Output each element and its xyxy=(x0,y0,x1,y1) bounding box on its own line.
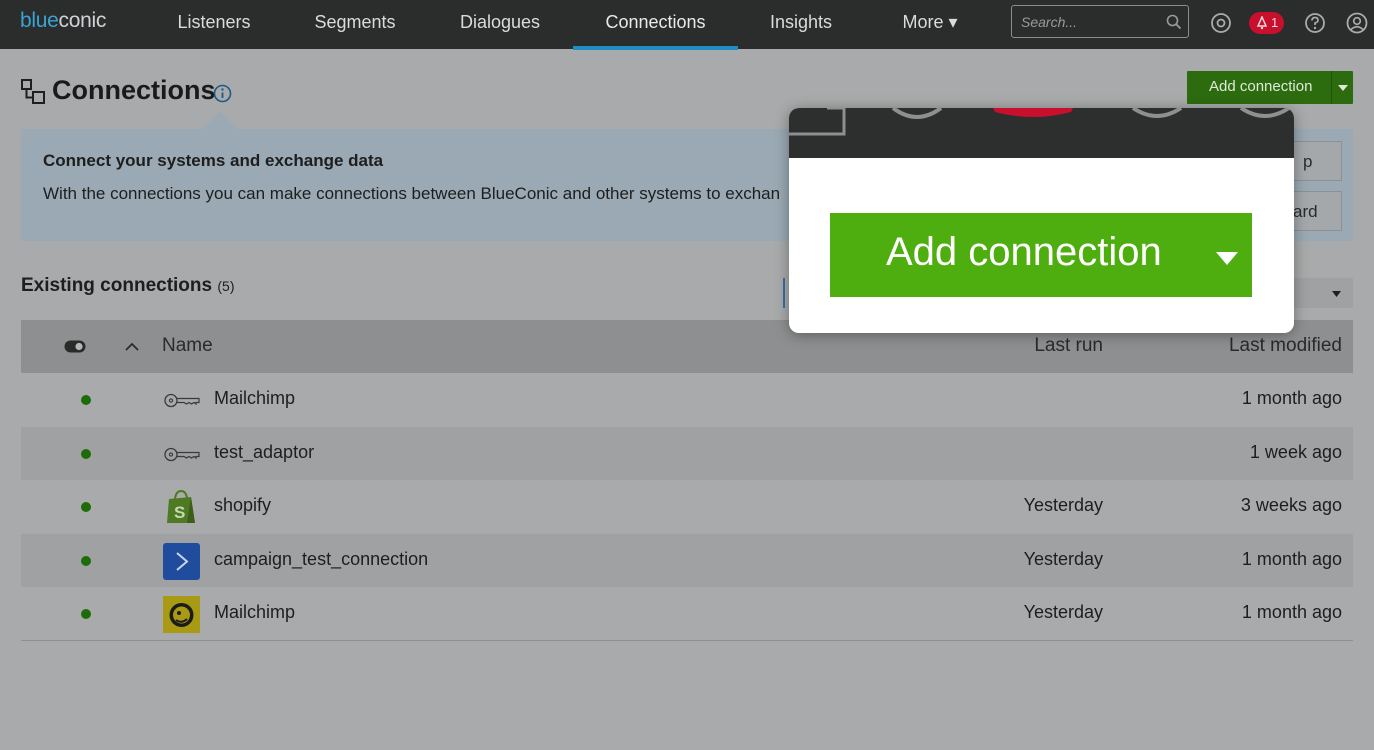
add-connection-button[interactable]: Add connection xyxy=(1187,71,1353,104)
info-panel-text: With the connections you can make connec… xyxy=(43,184,781,203)
add-connection-label: Add connection xyxy=(1209,78,1313,95)
nav-listeners[interactable]: Listeners xyxy=(165,0,263,46)
blueconic-logo[interactable]: blueconic xyxy=(20,9,106,33)
column-header-last-modified[interactable]: Last modified xyxy=(1201,335,1342,357)
table-row[interactable]: S shopify Yesterday 3 weeks ago xyxy=(21,480,1353,533)
notification-count: 1 xyxy=(1271,15,1279,30)
notifications-badge[interactable]: 1 xyxy=(1249,12,1284,34)
activecampaign-icon xyxy=(163,543,200,580)
column-header-last-run[interactable]: Last run xyxy=(1001,335,1103,357)
search-box[interactable] xyxy=(1011,5,1189,38)
key-icon xyxy=(164,393,200,408)
connection-last-run: Yesterday xyxy=(1023,549,1103,569)
search-icon[interactable] xyxy=(1166,14,1182,30)
connection-name[interactable]: test_adaptor xyxy=(214,442,314,463)
filter-dropdown-caret-icon xyxy=(1332,291,1341,297)
status-active-dot xyxy=(81,502,91,512)
nav-insights[interactable]: Insights xyxy=(758,0,844,46)
connection-last-modified: 1 month ago xyxy=(1241,388,1342,408)
existing-connections-heading: Existing connections (5) xyxy=(21,275,235,297)
info-icon[interactable] xyxy=(213,84,232,103)
column-header-name[interactable]: Name xyxy=(162,335,213,357)
info-side-button-2-label: ard xyxy=(1293,202,1318,221)
existing-connections-title: Existing connections xyxy=(21,275,213,296)
nav-segments[interactable]: Segments xyxy=(300,0,410,46)
connection-last-modified: 1 month ago xyxy=(1241,549,1342,569)
table-row[interactable]: Mailchimp 1 month ago xyxy=(21,373,1353,426)
connection-last-modified: 1 week ago xyxy=(1249,442,1342,462)
popup-zoomed-topbar xyxy=(789,108,1294,158)
zoom-highlight-popup: Add connection xyxy=(789,108,1294,333)
add-connection-separator xyxy=(1331,71,1332,104)
help-icon[interactable] xyxy=(1304,12,1326,34)
filter-field-edge[interactable] xyxy=(783,278,785,308)
info-side-button-1-label: p xyxy=(1303,152,1313,171)
mailchimp-icon xyxy=(163,596,200,633)
nav-more[interactable]: More ▾ xyxy=(888,0,972,46)
connection-name[interactable]: Mailchimp xyxy=(214,388,295,409)
settings-gear-icon[interactable] xyxy=(1210,12,1232,34)
top-navigation-bar: blueconic Listeners Segments Dialogues C… xyxy=(0,0,1374,50)
logo-text-blue: blue xyxy=(20,9,59,32)
toggle-status-icon[interactable] xyxy=(64,340,86,353)
shopify-icon: S xyxy=(167,489,195,523)
page-title: Connections xyxy=(52,75,216,105)
status-active-dot xyxy=(81,556,91,566)
connection-name[interactable]: Mailchimp xyxy=(214,602,295,623)
dropdown-caret-icon[interactable] xyxy=(1338,85,1348,91)
connection-name[interactable]: campaign_test_connection xyxy=(214,549,428,570)
status-active-dot xyxy=(81,395,91,405)
status-active-dot xyxy=(81,449,91,459)
add-connection-button-zoomed[interactable]: Add connection xyxy=(830,213,1252,297)
info-panel-title: Connect your systems and exchange data xyxy=(43,151,384,170)
info-box-pointer xyxy=(202,111,238,129)
nav-connections[interactable]: Connections xyxy=(573,0,738,50)
connection-name[interactable]: shopify xyxy=(214,495,271,516)
search-input[interactable] xyxy=(1019,12,1163,32)
add-connection-zoomed-label: Add connection xyxy=(886,230,1162,274)
table-row[interactable]: campaign_test_connection Yesterday 1 mon… xyxy=(21,534,1353,587)
connections-page-icon xyxy=(21,79,45,104)
existing-connections-count: (5) xyxy=(217,278,235,294)
sort-ascending-icon[interactable] xyxy=(125,342,139,351)
key-icon xyxy=(164,447,200,462)
table-row[interactable]: Mailchimp Yesterday 1 month ago xyxy=(21,587,1353,640)
zoomed-topbar-icons xyxy=(789,108,1291,136)
bell-icon xyxy=(1256,16,1268,30)
connection-last-run: Yesterday xyxy=(1023,495,1103,515)
table-bottom-border xyxy=(21,640,1353,641)
connection-last-run: Yesterday xyxy=(1023,602,1103,622)
connection-last-modified: 3 weeks ago xyxy=(1240,495,1342,515)
logo-text-grey: conic xyxy=(58,9,107,32)
svg-text:S: S xyxy=(174,503,185,522)
user-profile-icon[interactable] xyxy=(1346,12,1368,34)
connection-last-modified: 1 month ago xyxy=(1241,602,1342,622)
filter-dropdown[interactable] xyxy=(1290,278,1353,308)
dropdown-caret-icon[interactable] xyxy=(1216,252,1238,265)
table-row[interactable]: test_adaptor 1 week ago xyxy=(21,427,1353,480)
nav-dialogues[interactable]: Dialogues xyxy=(445,0,555,46)
status-active-dot xyxy=(81,609,91,619)
